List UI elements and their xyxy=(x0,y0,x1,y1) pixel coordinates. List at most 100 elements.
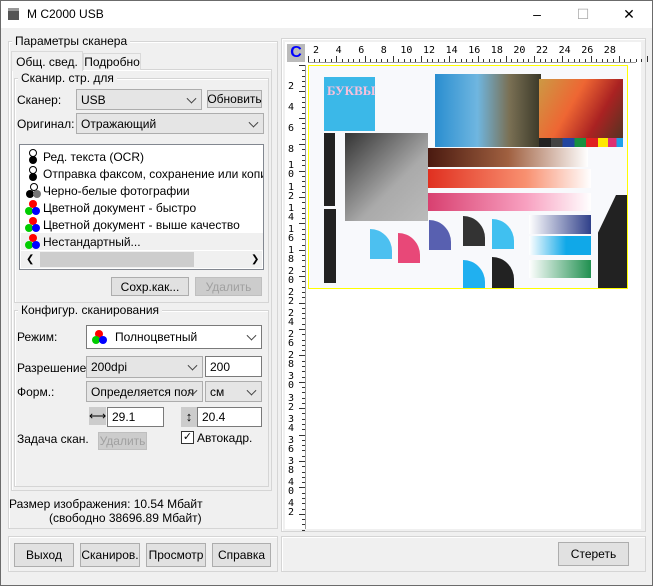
chevron-down-icon xyxy=(186,93,197,104)
minimize-button[interactable]: – xyxy=(514,1,560,28)
ruler-tick xyxy=(302,424,305,426)
chevron-down-icon xyxy=(246,385,257,396)
ruler-tick xyxy=(302,360,305,362)
mode-select[interactable]: Полноцветный xyxy=(86,325,262,349)
ruler-tick xyxy=(302,323,305,325)
tab-general[interactable]: Общ. свед. xyxy=(11,51,83,71)
ruler-label: 14 xyxy=(288,202,295,223)
preset-item-label: Цветной документ - быстро xyxy=(43,200,197,215)
ruler-label: 28 xyxy=(603,45,616,56)
preset-item-label: Черно-белые фотографии xyxy=(43,183,190,198)
ruler-tick xyxy=(302,265,305,267)
ruler-tick xyxy=(302,133,305,135)
delete-preset-button[interactable]: Удалить xyxy=(195,277,262,296)
ruler-label: 32 xyxy=(288,392,295,413)
ruler-tick xyxy=(299,434,305,436)
ruler-tick xyxy=(302,101,305,103)
ruler-tick xyxy=(302,402,305,404)
refresh-button[interactable]: Обновить xyxy=(207,90,262,108)
ruler-tick xyxy=(579,59,581,62)
ruler-tick xyxy=(299,276,305,278)
close-button[interactable]: ✕ xyxy=(606,1,652,28)
delete-task-button[interactable]: Удалить xyxy=(98,432,147,450)
ruler-label: 20 xyxy=(288,265,295,286)
ruler-tick xyxy=(607,59,609,62)
resolution-select[interactable]: 200dpi xyxy=(86,356,203,378)
ruler-tick xyxy=(302,450,305,452)
ruler-tick xyxy=(421,56,422,62)
ruler-tick xyxy=(302,255,305,257)
window-title: M C2000 USB xyxy=(27,7,104,21)
help-button[interactable]: Справка xyxy=(212,543,271,567)
ruler-tick xyxy=(299,65,305,66)
ruler-tick xyxy=(483,59,485,62)
preset-item[interactable]: Отправка факсом, сохранение или копиров xyxy=(21,165,263,182)
exit-button[interactable]: Выход xyxy=(14,543,74,567)
ruler-tick xyxy=(302,292,305,294)
ruler-label: 12 xyxy=(288,181,295,202)
preview-button[interactable]: Просмотр xyxy=(146,543,206,567)
scanner-select[interactable]: USB xyxy=(76,89,202,110)
ruler-tick xyxy=(302,387,305,389)
ruler-tick xyxy=(302,70,305,72)
ruler-tick xyxy=(630,59,632,62)
width-input[interactable]: 29.1 xyxy=(107,407,164,427)
format-select[interactable]: Определяется пол xyxy=(86,381,203,402)
ruler-label: 24 xyxy=(558,45,571,56)
ruler-tick xyxy=(299,197,305,198)
ruler-tick xyxy=(584,59,586,62)
resolution-input[interactable]: 200 xyxy=(205,356,262,377)
scroll-thumb[interactable] xyxy=(40,252,194,267)
scroll-right-icon[interactable]: ❯ xyxy=(251,254,259,265)
ruler-tick xyxy=(302,181,305,183)
tab-details[interactable]: Подробно xyxy=(83,53,141,70)
clear-button[interactable]: Стереть xyxy=(558,542,629,566)
ruler-tick xyxy=(409,59,411,62)
ruler-tick xyxy=(302,202,305,204)
preset-list[interactable]: Ред. текста (OCR) Отправка факсом, сохран… xyxy=(19,144,264,270)
ruler-tick xyxy=(302,482,305,484)
ruler-tick xyxy=(635,59,637,62)
scanner-window: M C2000 USB – ☐ ✕ Параметры сканера Общ.… xyxy=(0,0,653,586)
height-icon: ↕ xyxy=(181,407,197,427)
ruler-label: 38 xyxy=(288,455,295,476)
horizontal-scrollbar[interactable]: ❮ ❯ xyxy=(21,251,262,268)
ruler-tick xyxy=(477,56,479,62)
ruler-label: 6 xyxy=(358,45,365,56)
scan-button[interactable]: Сканиров. xyxy=(80,543,140,567)
ruler-tick xyxy=(302,212,305,214)
resolution-select-value: 200dpi xyxy=(91,360,128,374)
ruler-tick xyxy=(517,59,519,62)
left-ruler: 2 4 6 8 10 12 14 16 18 20 22 24 26 28 30 32 34 36 38 40 42 xyxy=(287,65,306,531)
ruler-tick xyxy=(426,59,428,62)
preset-item[interactable]: Черно-белые фотографии xyxy=(21,182,263,199)
maximize-button[interactable]: ☐ xyxy=(560,1,606,28)
preview-canvas[interactable]: C 2 4 6 8 10 12 14 16 18 20 22 24 26 28 2 4 6 8 10 12 14 16 1… xyxy=(285,42,653,531)
autocrop-checkbox[interactable]: ✓ xyxy=(181,431,194,444)
preset-item[interactable]: Цветной документ - выше качество xyxy=(21,216,263,233)
scroll-left-icon[interactable]: ❮ xyxy=(26,254,34,265)
ruler-tick xyxy=(466,59,468,62)
scanner-select-value: USB xyxy=(81,92,106,107)
ruler-tick xyxy=(302,75,305,77)
ruler-tick xyxy=(341,59,343,62)
preset-item[interactable]: Ред. текста (OCR) xyxy=(21,148,263,165)
preset-item[interactable]: Нестандартный... xyxy=(21,233,263,250)
original-select[interactable]: Отражающий xyxy=(76,113,264,134)
ruler-tick xyxy=(624,59,626,62)
ruler-tick xyxy=(398,59,400,62)
mode-select-value: Полноцветный xyxy=(115,330,198,344)
ruler-tick xyxy=(299,461,305,462)
height-input[interactable]: 20.4 xyxy=(197,407,262,427)
scan-area-frame[interactable] xyxy=(308,65,628,289)
preset-item[interactable]: Цветной документ - быстро xyxy=(21,199,263,216)
unit-select[interactable]: см xyxy=(205,381,262,402)
ruler-unit-button[interactable]: C xyxy=(287,44,305,62)
ruler-tick xyxy=(647,56,648,62)
color-icon xyxy=(25,200,40,215)
bw-icon xyxy=(25,166,40,181)
save-as-button[interactable]: Сохр.как... xyxy=(111,277,189,296)
ruler-label: 42 xyxy=(288,498,295,518)
scanner-label: Сканер: xyxy=(17,93,62,107)
ruler-tick xyxy=(613,59,615,62)
